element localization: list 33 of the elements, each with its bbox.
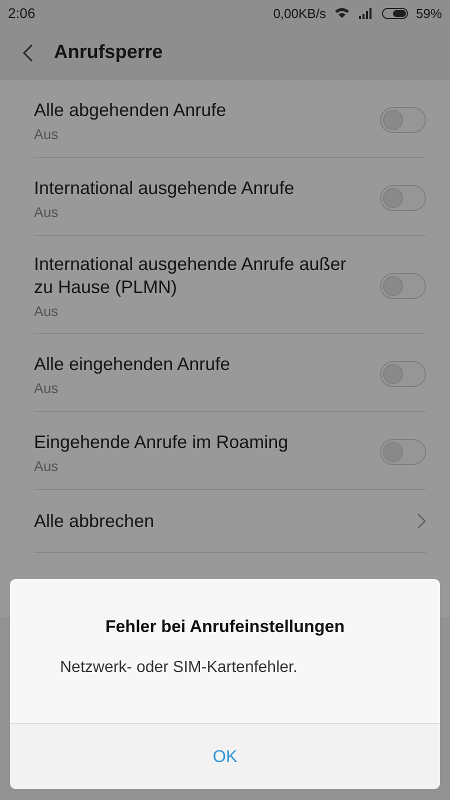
- battery-icon: [382, 8, 408, 18]
- toggle-switch[interactable]: [380, 107, 426, 133]
- item-summary: Aus: [34, 380, 58, 396]
- item-title: Alle eingehenden Anrufe: [34, 352, 230, 376]
- settings-item[interactable]: Alle abbrechen: [34, 490, 426, 553]
- toggle-switch[interactable]: [380, 273, 426, 299]
- screen-title: Anrufsperre: [54, 42, 163, 64]
- toggle-switch[interactable]: [380, 439, 426, 465]
- item-summary: Aus: [34, 303, 58, 319]
- settings-item[interactable]: Alle abgehenden Anrufe Aus: [34, 80, 426, 158]
- item-title: Alle abbrechen: [34, 510, 154, 532]
- settings-item[interactable]: International ausgehende Anrufe außer zu Hause (PLMN) Aus: [34, 236, 426, 334]
- item-title: International ausgehende Anrufe: [34, 176, 294, 200]
- item-summary: Aus: [34, 204, 58, 220]
- clock: 2:06: [8, 5, 36, 21]
- item-title: Eingehende Anrufe im Roaming: [34, 430, 288, 454]
- dialog-title: Fehler bei Anrufeinstellungen: [104, 617, 346, 637]
- toggle-switch[interactable]: [380, 185, 426, 211]
- settings-item[interactable]: Eingehende Anrufe im Roaming Aus: [34, 412, 426, 490]
- settings-item[interactable]: Alle eingehenden Anrufe Aus: [34, 334, 426, 412]
- chevron-icon: [417, 513, 426, 529]
- network-speed: 0,00KB/s: [273, 6, 326, 20]
- back-icon[interactable]: [22, 43, 34, 63]
- item-title: International ausgehende Anrufe außer zu Hause (PLMN): [34, 253, 348, 299]
- toggle-switch[interactable]: [380, 361, 426, 387]
- settings-item[interactable]: International ausgehende Anrufe Aus: [34, 158, 426, 236]
- signal-icon: [358, 7, 374, 19]
- item-summary: Aus: [34, 458, 58, 474]
- item-title: Alle abgehenden Anrufe: [34, 98, 226, 122]
- wifi-icon: [334, 7, 350, 19]
- item-summary: Aus: [34, 126, 58, 142]
- dialog-message: Netzwerk- oder SIM-Kartenfehler.: [60, 659, 298, 677]
- battery-percentage: 59%: [416, 6, 442, 20]
